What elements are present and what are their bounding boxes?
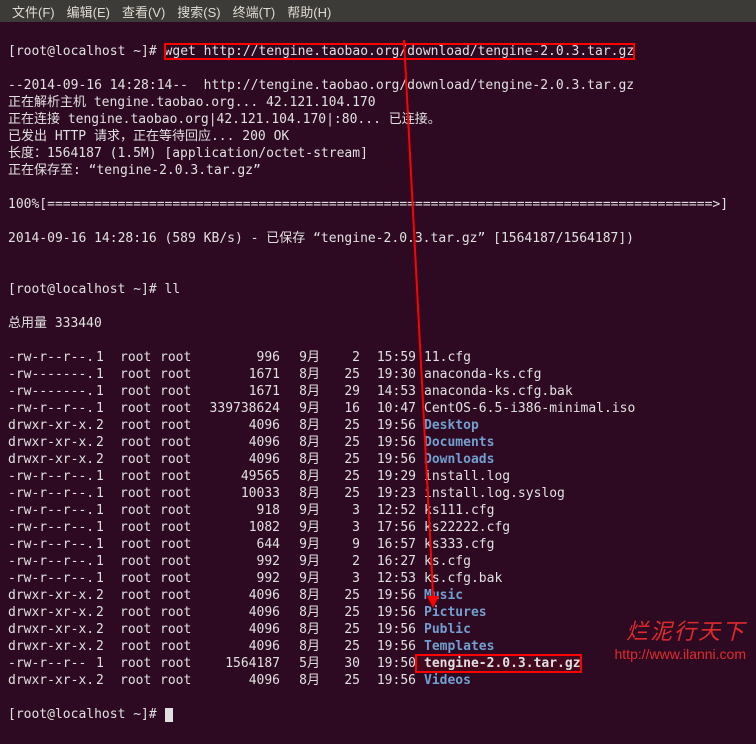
file-name: anaconda-ks.cfg bbox=[416, 366, 541, 383]
table-row: -rw-r--r--.1rootroot9929月312:53ks.cfg.ba… bbox=[8, 570, 748, 587]
table-row: -rw-------.1rootroot16718月2914:53anacond… bbox=[8, 383, 748, 400]
file-name: install.log.syslog bbox=[416, 485, 565, 502]
file-name: CentOS-6.5-i386-minimal.iso bbox=[416, 400, 635, 417]
highlighted-file: tengine-2.0.3.tar.gz bbox=[416, 655, 581, 672]
table-row: drwxr-xr-x.2rootroot40968月2519:56Downloa… bbox=[8, 451, 748, 468]
output-line: 长度：1564187 (1.5M) [application/octet-str… bbox=[8, 145, 748, 162]
file-name: ks.cfg bbox=[416, 553, 471, 570]
output-line: 正在保存至: “tengine-2.0.3.tar.gz” bbox=[8, 162, 748, 179]
table-row: -rw-r--r--.1rootroot9969月215:5911.cfg bbox=[8, 349, 748, 366]
watermark-url: http://www.ilanni.com bbox=[615, 646, 747, 662]
table-row: -rw-r--r--.1rootroot495658月2519:29instal… bbox=[8, 468, 748, 485]
output-line: 2014-09-16 14:28:16 (589 KB/s) - 已保存 “te… bbox=[8, 230, 748, 247]
menu-item[interactable]: 编辑(E) bbox=[63, 2, 114, 21]
directory-name: Videos bbox=[416, 672, 471, 689]
output-line bbox=[8, 247, 748, 264]
table-row: -rw-r--r--.1rootroot3397386249月1610:47Ce… bbox=[8, 400, 748, 417]
menu-item[interactable]: 终端(T) bbox=[229, 2, 280, 21]
table-row: drwxr-xr-x.2rootroot40968月2519:56Videos bbox=[8, 672, 748, 689]
menu-item[interactable]: 帮助(H) bbox=[283, 2, 335, 21]
table-row: drwxr-xr-x.2rootroot40968月2519:56Documen… bbox=[8, 434, 748, 451]
table-row: -rw-r--r--.1rootroot9189月312:52ks111.cfg bbox=[8, 502, 748, 519]
menu-item[interactable]: 文件(F) bbox=[8, 2, 59, 21]
directory-name: Desktop bbox=[416, 417, 479, 434]
directory-name: Music bbox=[416, 587, 463, 604]
menubar: 文件(F)编辑(E)查看(V)搜索(S) 终端(T)帮助(H) bbox=[0, 0, 756, 22]
table-row: -rw-r--r--.1rootroot6449月916:57ks333.cfg bbox=[8, 536, 748, 553]
table-row: -rw-r--r--.1rootroot9929月216:27ks.cfg bbox=[8, 553, 748, 570]
table-row: -rw-------.1rootroot16718月2519:30anacond… bbox=[8, 366, 748, 383]
ll-command: ll bbox=[165, 282, 181, 297]
directory-name: Downloads bbox=[416, 451, 494, 468]
directory-name: Pictures bbox=[416, 604, 487, 621]
file-name: ks.cfg.bak bbox=[416, 570, 502, 587]
prompt-line: [root@localhost ~]# wget http://tengine.… bbox=[8, 43, 748, 60]
table-row: drwxr-xr-x.2rootroot40968月2519:56Music bbox=[8, 587, 748, 604]
output-line: 正在连接 tengine.taobao.org|42.121.104.170|:… bbox=[8, 111, 748, 128]
file-name: install.log bbox=[416, 468, 510, 485]
file-name: ks111.cfg bbox=[416, 502, 494, 519]
output-line: 已发出 HTTP 请求，正在等待回应... 200 OK bbox=[8, 128, 748, 145]
wget-output: --2014-09-16 14:28:14-- http://tengine.t… bbox=[8, 77, 748, 264]
directory-name: Documents bbox=[416, 434, 494, 451]
menu-item[interactable]: 查看(V) bbox=[118, 2, 169, 21]
output-line bbox=[8, 213, 748, 230]
output-line: 正在解析主机 tengine.taobao.org... 42.121.104.… bbox=[8, 94, 748, 111]
file-name: 11.cfg bbox=[416, 349, 471, 366]
table-row: drwxr-xr-x.2rootroot40968月2519:56Desktop bbox=[8, 417, 748, 434]
directory-name: Templates bbox=[416, 638, 494, 655]
output-line bbox=[8, 179, 748, 196]
directory-name: Public bbox=[416, 621, 471, 638]
table-row: -rw-r--r--.1rootroot10829月317:56ks22222.… bbox=[8, 519, 748, 536]
ll-total: 总用量 333440 bbox=[8, 315, 748, 332]
file-name: ks333.cfg bbox=[416, 536, 494, 553]
output-line: --2014-09-16 14:28:14-- http://tengine.t… bbox=[8, 77, 748, 94]
file-name: ks22222.cfg bbox=[416, 519, 510, 536]
table-row: -rw-r--r--.1rootroot100338月2519:23instal… bbox=[8, 485, 748, 502]
watermark: 烂泥行天下 http://www.ilanni.com bbox=[615, 614, 747, 662]
prompt-line: [root@localhost ~]# ll bbox=[8, 281, 748, 298]
file-name: anaconda-ks.cfg.bak bbox=[416, 383, 573, 400]
wget-command: wget http://tengine.taobao.org/download/… bbox=[165, 44, 635, 59]
menu-item[interactable]: 搜索(S) bbox=[173, 2, 224, 21]
prompt-line: [root@localhost ~]# bbox=[8, 706, 748, 723]
output-line: 100%[===================================… bbox=[8, 196, 748, 213]
cursor bbox=[165, 708, 173, 722]
watermark-cn: 烂泥行天下 bbox=[615, 614, 747, 646]
